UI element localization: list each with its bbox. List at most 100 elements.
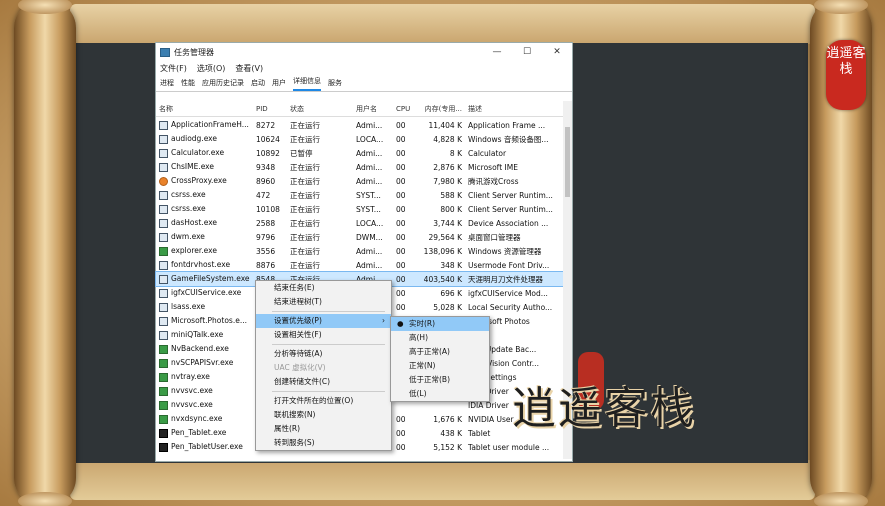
- cell-pid: 2588: [256, 218, 276, 228]
- priority-option[interactable]: 低于正常(B): [391, 373, 489, 387]
- table-row[interactable]: fontdrvhost.exe 8876 正在运行 Admi... 00 348 K Use…: [156, 258, 564, 272]
- cell-name: nvvsvc.exe: [156, 400, 253, 410]
- context-menu-item[interactable]: 打开文件所在的位置(O): [256, 394, 391, 408]
- priority-option[interactable]: 高(H): [391, 331, 489, 345]
- context-menu-label: UAC 虚拟化(V): [274, 363, 326, 372]
- context-menu-item[interactable]: 属性(R): [256, 422, 391, 436]
- context-menu-item[interactable]: 转到服务(S): [256, 436, 391, 450]
- cell-user: Admi...: [356, 260, 383, 270]
- process-icon: [159, 442, 168, 452]
- cell-name: nvxdsync.exe: [156, 414, 253, 424]
- process-name: audiodg.exe: [171, 134, 217, 144]
- context-menu-item[interactable]: 结束进程树(T): [256, 295, 391, 309]
- process-icon: [159, 372, 168, 382]
- process-name: CrossProxy.exe: [171, 176, 227, 186]
- priority-option[interactable]: ● 实时(R): [391, 317, 489, 331]
- title-bar: 任务管理器 — ☐ ✕: [156, 43, 572, 61]
- context-menu-item[interactable]: 创建转储文件(C): [256, 375, 391, 389]
- cell-user: Admi...: [356, 246, 383, 256]
- priority-option[interactable]: 正常(N): [391, 359, 489, 373]
- priority-option[interactable]: 高于正常(A): [391, 345, 489, 359]
- context-menu-label: 创建转储文件(C): [274, 377, 331, 386]
- context-menu-label: 打开文件所在的位置(O): [274, 396, 354, 405]
- column-header-cell[interactable]: 内存(专用...: [420, 104, 465, 114]
- cell-name: ApplicationFrameH...: [156, 120, 253, 130]
- process-name: Pen_Tablet.exe: [171, 428, 227, 438]
- context-menu-item[interactable]: 设置优先级(P) ›: [256, 314, 391, 328]
- table-row[interactable]: explorer.exe 3556 正在运行 Admi... 00 138,096 K Wi…: [156, 244, 564, 258]
- table-row[interactable]: csrss.exe 10108 正在运行 SYST... 00 800 K Client S…: [156, 202, 564, 216]
- cell-desc: Tablet user module ...: [468, 442, 550, 452]
- process-name: nvvsvc.exe: [171, 386, 213, 396]
- column-header-cell[interactable]: 描述: [465, 104, 564, 114]
- cell-mem: 403,540 K: [423, 274, 462, 284]
- cell-desc: Windows 音频设备图...: [468, 134, 549, 144]
- cell-pid: 8960: [256, 176, 276, 186]
- table-row[interactable]: audiodg.exe 10624 正在运行 LOCA... 00 4,828 K Wind…: [156, 132, 564, 146]
- priority-option[interactable]: 低(L): [391, 387, 489, 401]
- watermark-text: 逍遥客栈: [512, 383, 696, 434]
- process-name: csrss.exe: [171, 190, 206, 200]
- cell-desc: 腾讯游戏Cross: [468, 176, 519, 186]
- tab-4[interactable]: 用户: [272, 78, 286, 91]
- tab-6[interactable]: 服务: [328, 78, 342, 91]
- menu-item[interactable]: 文件(F): [160, 63, 187, 74]
- column-header: 名称 PID 状态 用户名 CPU 内存(专用... 描述: [156, 101, 564, 117]
- table-row[interactable]: ChsIME.exe 9348 正在运行 Admi... 00 2,876 K Micros…: [156, 160, 564, 174]
- cell-name: Calculator.exe: [156, 148, 253, 158]
- tab-0[interactable]: 进程: [160, 78, 174, 91]
- context-menu-item[interactable]: 结束任务(E): [256, 281, 391, 295]
- column-header-cell[interactable]: PID: [253, 105, 287, 113]
- context-menu-item[interactable]: 设置相关性(F): [256, 328, 391, 342]
- menu-item[interactable]: 查看(V): [235, 63, 263, 74]
- table-row[interactable]: dwm.exe 9796 正在运行 DWM... 00 29,564 K 桌面窗口管理器: [156, 230, 564, 244]
- table-row[interactable]: ApplicationFrameH... 8272 正在运行 Admi... 00 11,…: [156, 118, 564, 132]
- process-icon: [159, 134, 168, 144]
- process-name: nvtray.exe: [171, 372, 210, 382]
- context-menu-item: UAC 虚拟化(V): [256, 361, 391, 375]
- cell-mem: 1,676 K: [433, 414, 462, 424]
- process-icon: [159, 246, 168, 256]
- menu-item[interactable]: 选项(O): [197, 63, 226, 74]
- cell-mem: 5,028 K: [433, 302, 462, 312]
- column-header-cell[interactable]: 用户名: [353, 104, 393, 114]
- process-icon: [159, 428, 168, 438]
- column-header-cell[interactable]: 状态: [287, 104, 353, 114]
- scrollbar-thumb[interactable]: [565, 127, 570, 197]
- process-icon: [159, 288, 168, 298]
- column-header-cell[interactable]: CPU: [393, 105, 420, 113]
- tab-2[interactable]: 应用历史记录: [202, 78, 244, 91]
- cell-name: miniQTalk.exe: [156, 330, 253, 340]
- table-row[interactable]: Calculator.exe 10892 已暂停 Admi... 00 8 K Calcul…: [156, 146, 564, 160]
- priority-submenu: ● 实时(R) 高(H) 高于正常(A) 正常(N) 低于正常(B) 低(L): [390, 316, 490, 402]
- cell-status: 正在运行: [290, 162, 320, 172]
- cell-status: 正在运行: [290, 218, 320, 228]
- tab-5[interactable]: 详细信息: [293, 76, 321, 91]
- cell-pid: 472: [256, 190, 271, 200]
- tab-1[interactable]: 性能: [181, 78, 195, 91]
- close-button[interactable]: ✕: [542, 47, 572, 57]
- column-header-cell[interactable]: 名称: [156, 104, 253, 114]
- context-menu-item[interactable]: 联机搜索(N): [256, 408, 391, 422]
- tab-3[interactable]: 启动: [251, 78, 265, 91]
- table-row[interactable]: dasHost.exe 2588 正在运行 LOCA... 00 3,744 K Devic…: [156, 216, 564, 230]
- cell-desc: igfxCUIService Mod...: [468, 288, 548, 298]
- cell-name: NvBackend.exe: [156, 344, 253, 354]
- cell-pid: 8876: [256, 260, 276, 270]
- cell-user: Admi...: [356, 148, 383, 158]
- process-icon: [159, 204, 168, 214]
- minimize-button[interactable]: —: [482, 47, 512, 57]
- cell-mem: 7,980 K: [433, 176, 462, 186]
- table-row[interactable]: CrossProxy.exe 8960 正在运行 Admi... 00 7,980 K 腾讯…: [156, 174, 564, 188]
- maximize-button[interactable]: ☐: [512, 47, 542, 57]
- table-row[interactable]: csrss.exe 472 正在运行 SYST... 00 588 K Client Ser…: [156, 188, 564, 202]
- cell-name: dasHost.exe: [156, 218, 253, 228]
- cell-user: LOCA...: [356, 134, 384, 144]
- context-menu-item[interactable]: 分析等待链(A): [256, 347, 391, 361]
- process-icon: [159, 274, 168, 284]
- cell-desc: Windows 资源管理器: [468, 246, 542, 256]
- cell-desc: 桌面窗口管理器: [468, 232, 521, 242]
- priority-label: 低(L): [409, 389, 427, 398]
- cell-cpu: 00: [396, 218, 406, 228]
- process-icon: [159, 330, 168, 340]
